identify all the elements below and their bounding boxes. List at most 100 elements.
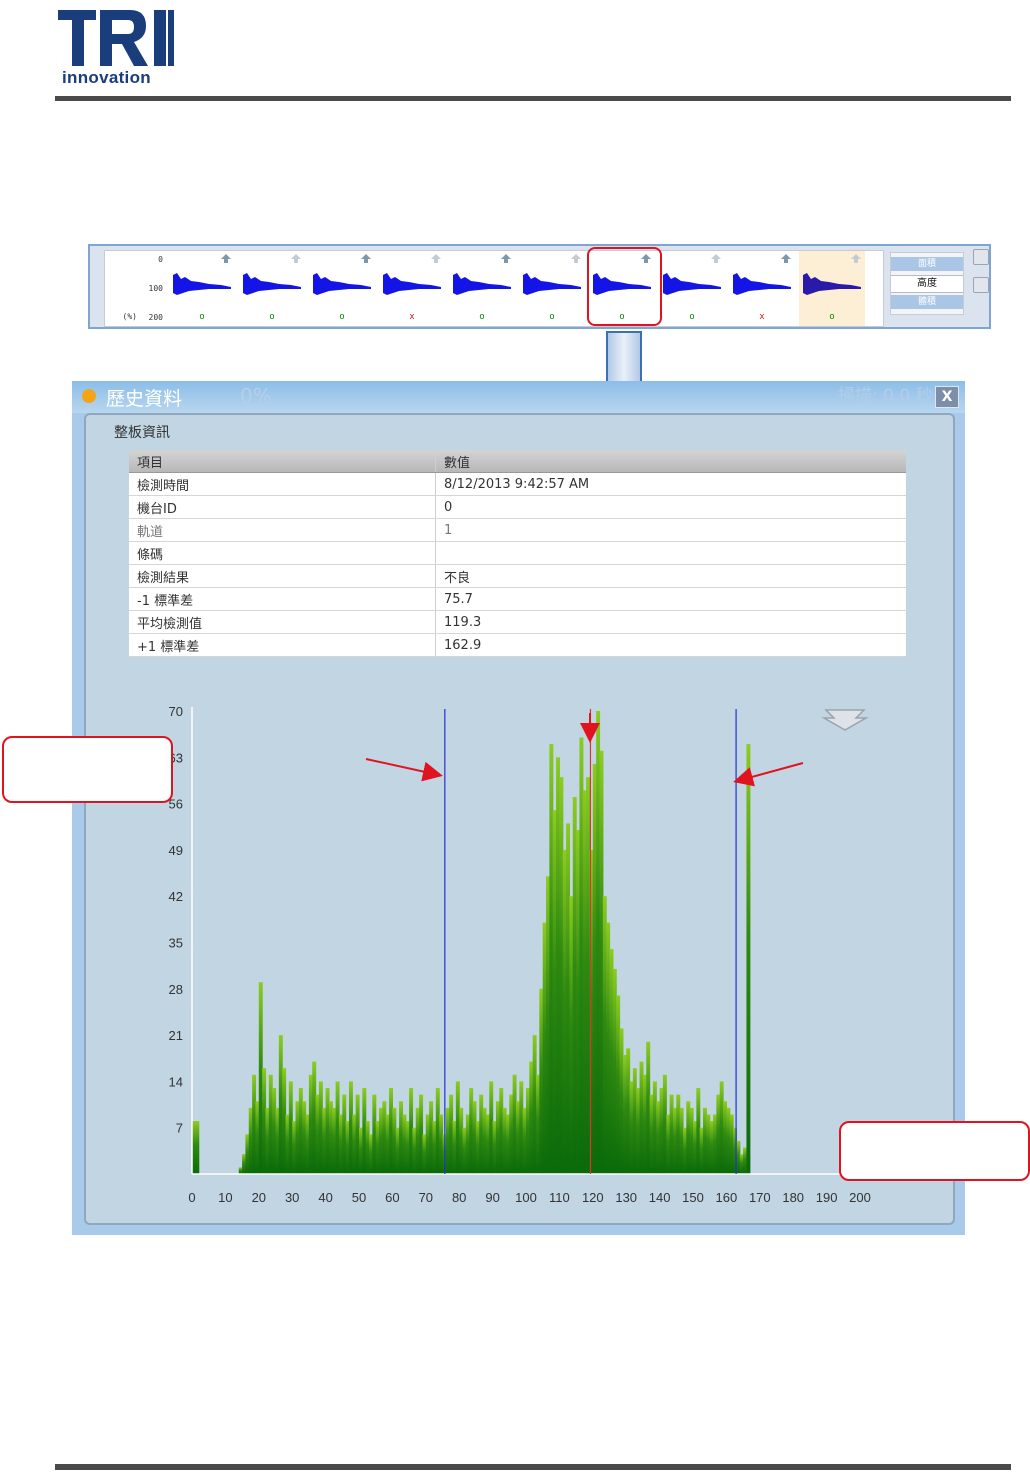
thumb-result-mark: o — [549, 312, 555, 322]
thumb-result-mark: o — [829, 312, 835, 322]
table-row[interactable]: 平均檢測值 119.3 — [129, 610, 906, 634]
settings-icon[interactable] — [973, 277, 989, 293]
thumb-status-icon — [501, 254, 511, 263]
item-cell: 機台ID — [129, 495, 436, 519]
thumb-result-mark: x — [409, 312, 415, 322]
thumb-status-icon — [571, 254, 581, 263]
measure-area-option[interactable]: 面積 — [891, 257, 963, 271]
thumb-histogram-shape — [453, 273, 511, 295]
export-icon[interactable] — [973, 249, 989, 265]
tri-logo: innovation — [56, 4, 186, 90]
close-button[interactable]: X — [935, 386, 959, 408]
board-info-table: 項目 數值 檢測時間 8/12/2013 9:42:57 AM 機台ID 0 軌道 1 條碼… — [129, 450, 906, 657]
annotation-callout-box — [839, 1121, 1030, 1181]
logo-tagline: innovation — [62, 68, 151, 87]
history-thumb[interactable]: o — [239, 251, 305, 326]
strip-y-unit: (%) — [122, 312, 137, 321]
table-row[interactable]: 機台ID 0 — [129, 495, 906, 519]
measure-height-option[interactable]: 高度 — [891, 275, 963, 293]
strip-y-label: 200 — [148, 313, 163, 322]
item-cell: 軌道 — [129, 518, 436, 542]
item-cell: 平均檢測值 — [129, 610, 436, 634]
thumb-histogram — [173, 254, 231, 295]
thumb-status-icon — [361, 254, 371, 263]
value-cell: 162.9 — [435, 633, 906, 657]
window-title: 歷史資料 — [106, 388, 183, 410]
thumb-histogram-shape — [663, 273, 721, 295]
history-thumb[interactable]: o — [169, 251, 235, 326]
item-cell: 檢測時間 — [129, 472, 436, 496]
item-cell: 檢測結果 — [129, 564, 436, 588]
panel-title: 整板資訊 — [114, 425, 170, 441]
column-header[interactable]: 數值 — [435, 450, 906, 473]
table-row[interactable]: 條碼 — [129, 541, 906, 565]
thumb-result-mark: o — [269, 312, 275, 322]
thumb-histogram-shape — [523, 273, 581, 295]
history-thumb[interactable]: x — [729, 251, 795, 326]
annotation-callout-box — [2, 736, 173, 803]
thumb-status-icon — [221, 254, 231, 263]
thumb-histogram-shape — [803, 273, 861, 295]
thumb-status-icon — [711, 254, 721, 263]
thumb-histogram — [663, 254, 721, 295]
thumb-status-icon — [291, 254, 301, 263]
selected-thumb-highlight — [587, 247, 662, 326]
table-row[interactable]: +1 標準差 162.9 — [129, 633, 906, 657]
thumb-histogram — [243, 254, 301, 295]
thumb-result-mark: x — [759, 312, 765, 322]
value-cell: 8/12/2013 9:42:57 AM — [435, 472, 906, 496]
window-titlebar: 歷史資料 0% 掃描: 0.0 秒 X — [72, 381, 965, 413]
column-header[interactable]: 項目 — [129, 450, 436, 473]
window-background-text: 0% — [240, 384, 272, 408]
thumb-status-icon — [851, 254, 861, 263]
thumb-histogram-shape — [313, 273, 371, 295]
thumb-histogram — [313, 254, 371, 295]
strip-y-axis: 0 100 (%) 200 — [105, 251, 167, 326]
thumb-histogram — [803, 254, 861, 295]
value-cell: 119.3 — [435, 610, 906, 634]
history-thumb[interactable]: o — [309, 251, 375, 326]
thumb-histogram — [733, 254, 791, 295]
table-header-row: 項目 數值 — [129, 450, 906, 473]
table-row[interactable]: 檢測結果 不良 — [129, 564, 906, 588]
strip-y-label: 100 — [148, 284, 163, 293]
thumb-status-icon — [781, 254, 791, 263]
strip-y-label: 0 — [158, 255, 163, 264]
table-row[interactable]: 檢測時間 8/12/2013 9:42:57 AM — [129, 472, 906, 496]
thumb-histogram — [523, 254, 581, 295]
thumb-result-mark: o — [339, 312, 345, 322]
status-dot-icon — [82, 389, 96, 403]
history-thumb[interactable]: o — [659, 251, 725, 326]
value-cell: 1 — [435, 518, 906, 542]
history-thumbnail-strip: 0 100 (%) 200 oooxooooxo 面積 高度 體積 — [88, 244, 991, 329]
strip-canvas: 0 100 (%) 200 oooxooooxo — [104, 250, 884, 327]
value-cell: 不良 — [435, 564, 906, 588]
table-row[interactable]: -1 標準差 75.7 — [129, 587, 906, 611]
thumb-result-mark: o — [689, 312, 695, 322]
value-cell: 75.7 — [435, 587, 906, 611]
item-cell: +1 標準差 — [129, 633, 436, 657]
history-thumb[interactable]: x — [379, 251, 445, 326]
thumb-result-mark: o — [479, 312, 485, 322]
history-data-window: 歷史資料 0% 掃描: 0.0 秒 X 整板資訊 項目 數值 檢測時間 8/12/… — [72, 381, 965, 1235]
thumb-histogram-shape — [173, 273, 231, 295]
value-cell: 0 — [435, 495, 906, 519]
history-thumb[interactable]: o — [519, 251, 585, 326]
thumb-status-icon — [431, 254, 441, 263]
thumb-result-mark: o — [199, 312, 205, 322]
thumb-histogram — [383, 254, 441, 295]
value-cell — [435, 541, 906, 565]
thumb-histogram-shape — [733, 273, 791, 295]
measure-type-selector[interactable]: 面積 高度 體積 — [890, 252, 964, 315]
history-thumb[interactable]: o — [449, 251, 515, 326]
measure-volume-option[interactable]: 體積 — [891, 295, 963, 309]
header-rule — [55, 96, 1011, 101]
window-background-text: 掃描: 0.0 秒 — [838, 386, 933, 406]
item-cell: 條碼 — [129, 541, 436, 565]
history-thumb[interactable]: o — [799, 251, 865, 326]
thumb-histogram-shape — [383, 273, 441, 295]
footer-rule — [55, 1464, 1011, 1470]
thumb-histogram-shape — [243, 273, 301, 295]
thumb-histogram — [453, 254, 511, 295]
table-row[interactable]: 軌道 1 — [129, 518, 906, 542]
